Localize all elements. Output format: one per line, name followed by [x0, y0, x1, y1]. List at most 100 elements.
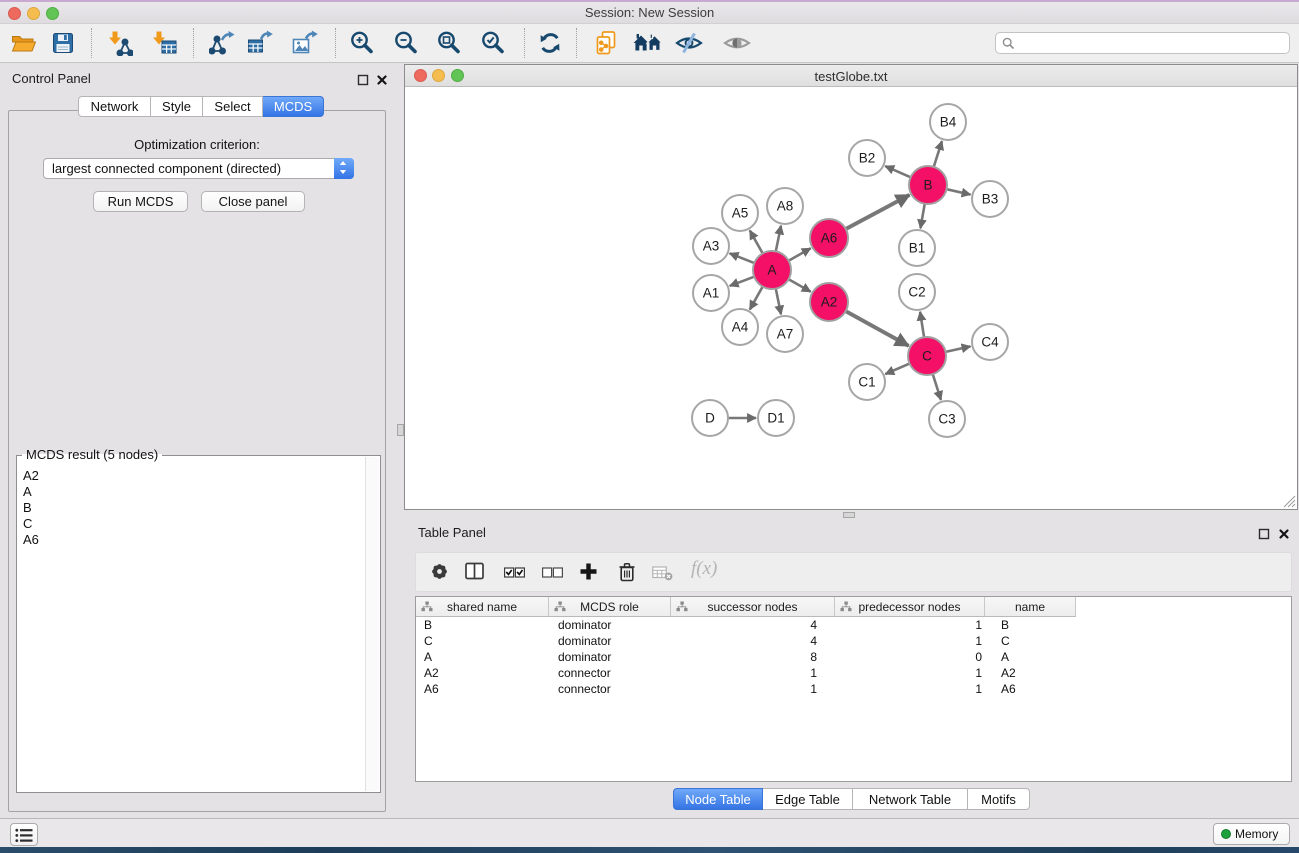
graph-node-C3[interactable]: C3 — [929, 401, 965, 437]
tab-network[interactable]: Network — [78, 96, 151, 117]
zoom-selected-icon[interactable] — [480, 30, 506, 56]
column-header-successor-nodes[interactable]: successor nodes — [671, 597, 835, 617]
tab-network-table[interactable]: Network Table — [853, 788, 968, 810]
export-network-icon[interactable] — [209, 30, 235, 56]
mcds-result-item[interactable]: A2 — [18, 468, 364, 484]
graph-node-A2[interactable]: A2 — [810, 283, 848, 321]
edge-A2-C[interactable] — [846, 311, 909, 346]
table-settings-gear-icon[interactable] — [430, 562, 449, 586]
graph-node-C1[interactable]: C1 — [849, 364, 885, 400]
import-network-icon[interactable] — [107, 30, 133, 56]
column-header-predecessor-nodes[interactable]: predecessor nodes — [835, 597, 985, 617]
network-window-titlebar[interactable]: testGlobe.txt — [405, 65, 1297, 87]
mcds-result-item[interactable]: A — [18, 484, 364, 500]
unselect-all-columns-icon[interactable] — [542, 566, 563, 584]
network-graph[interactable]: B4B2BB3A5A8A6A3B1AA1C2A2A4A7C4CC1C3DD1 — [405, 87, 1297, 509]
graph-node-B3[interactable]: B3 — [972, 181, 1008, 217]
vertical-splitter-handle[interactable] — [397, 424, 404, 436]
close-table-panel-icon[interactable] — [1278, 527, 1290, 539]
horizontal-splitter-handle[interactable] — [843, 512, 855, 518]
graph-node-A8[interactable]: A8 — [767, 188, 803, 224]
column-header-shared-name[interactable]: shared name — [416, 597, 549, 617]
window-resize-grip[interactable] — [1283, 495, 1296, 508]
edge-A-A5[interactable] — [750, 230, 763, 253]
float-table-panel-icon[interactable] — [1258, 527, 1270, 539]
edge-B-B3[interactable] — [947, 189, 971, 194]
graph-node-B[interactable]: B — [909, 166, 947, 204]
zoom-out-icon[interactable] — [393, 30, 419, 56]
column-header-MCDS-role[interactable]: MCDS role — [549, 597, 671, 617]
tab-edge-table[interactable]: Edge Table — [763, 788, 853, 810]
open-session-icon[interactable] — [10, 30, 36, 56]
zoom-fit-icon[interactable] — [436, 30, 462, 56]
mcds-result-item[interactable]: A6 — [18, 532, 364, 548]
edge-A-A1[interactable] — [730, 277, 755, 286]
tab-style[interactable]: Style — [151, 96, 203, 117]
edge-A-A4[interactable] — [750, 287, 763, 310]
search-input[interactable] — [995, 32, 1290, 54]
edge-A-A7[interactable] — [776, 289, 781, 315]
edge-A6-B[interactable] — [846, 195, 910, 229]
refresh-icon[interactable] — [537, 30, 563, 56]
optimization-criterion-select[interactable]: largest connected component (directed) — [43, 158, 354, 179]
first-neighbors-icon[interactable] — [633, 30, 659, 56]
edge-A-A3[interactable] — [730, 253, 755, 263]
table-row[interactable]: A2connector11A2 — [416, 665, 1076, 681]
graph-node-C[interactable]: C — [908, 337, 946, 375]
table-row[interactable]: Adominator80A — [416, 649, 1076, 665]
show-column-panel-icon[interactable] — [465, 562, 485, 586]
run-mcds-button[interactable]: Run MCDS — [93, 191, 188, 212]
graph-node-B1[interactable]: B1 — [899, 230, 935, 266]
table-row[interactable]: Cdominator41C — [416, 633, 1076, 649]
graph-node-A5[interactable]: A5 — [722, 195, 758, 231]
graph-node-A7[interactable]: A7 — [767, 316, 803, 352]
import-table-icon[interactable] — [151, 30, 177, 56]
edge-B-B2[interactable] — [885, 166, 910, 177]
graph-node-B2[interactable]: B2 — [849, 140, 885, 176]
delete-columns-icon[interactable] — [618, 562, 636, 587]
graph-node-A1[interactable]: A1 — [693, 275, 729, 311]
table-row[interactable]: Bdominator41B — [416, 617, 1076, 633]
mcds-result-item[interactable]: B — [18, 500, 364, 516]
tab-motifs[interactable]: Motifs — [968, 788, 1030, 810]
edge-C-C4[interactable] — [946, 346, 971, 352]
edge-C-C1[interactable] — [885, 364, 909, 374]
edge-C-C2[interactable] — [920, 312, 924, 337]
close-panel-icon[interactable] — [376, 73, 388, 85]
memory-button[interactable]: Memory — [1213, 823, 1290, 845]
graph-node-A3[interactable]: A3 — [693, 228, 729, 264]
graph-node-D[interactable]: D — [692, 400, 728, 436]
save-session-icon[interactable] — [50, 30, 76, 56]
graph-node-A4[interactable]: A4 — [722, 309, 758, 345]
float-panel-icon[interactable] — [357, 73, 369, 85]
zoom-in-icon[interactable] — [349, 30, 375, 56]
result-scrollbar[interactable] — [365, 457, 379, 791]
mcds-result-item[interactable]: C — [18, 516, 364, 532]
graph-node-A[interactable]: A — [753, 251, 791, 289]
tab-node-table[interactable]: Node Table — [673, 788, 763, 810]
close-panel-button[interactable]: Close panel — [201, 191, 305, 212]
create-new-column-icon[interactable] — [579, 562, 598, 586]
export-table-icon[interactable] — [247, 30, 273, 56]
edge-B-B1[interactable] — [920, 204, 924, 229]
show-graphics-details-icon[interactable] — [723, 30, 749, 56]
function-builder-icon[interactable]: f(x) — [691, 558, 717, 580]
graph-node-D1[interactable]: D1 — [758, 400, 794, 436]
new-network-from-selection-icon[interactable] — [593, 30, 619, 56]
delete-table-icon[interactable] — [652, 566, 673, 586]
edge-A-A6[interactable] — [789, 248, 811, 260]
edge-C-C3[interactable] — [933, 374, 941, 400]
tab-select[interactable]: Select — [203, 96, 263, 117]
tab-mcds[interactable]: MCDS — [263, 96, 324, 117]
task-history-button[interactable] — [10, 823, 38, 846]
export-image-icon[interactable] — [292, 30, 318, 56]
edge-A-A2[interactable] — [789, 279, 811, 291]
table-row[interactable]: A6connector11A6 — [416, 681, 1076, 697]
graph-node-B4[interactable]: B4 — [930, 104, 966, 140]
edge-A-A8[interactable] — [776, 226, 781, 252]
graph-node-C2[interactable]: C2 — [899, 274, 935, 310]
hide-selected-icon[interactable] — [675, 30, 701, 56]
graph-node-C4[interactable]: C4 — [972, 324, 1008, 360]
select-all-columns-icon[interactable] — [504, 566, 525, 584]
column-header-name[interactable]: name — [985, 597, 1076, 617]
